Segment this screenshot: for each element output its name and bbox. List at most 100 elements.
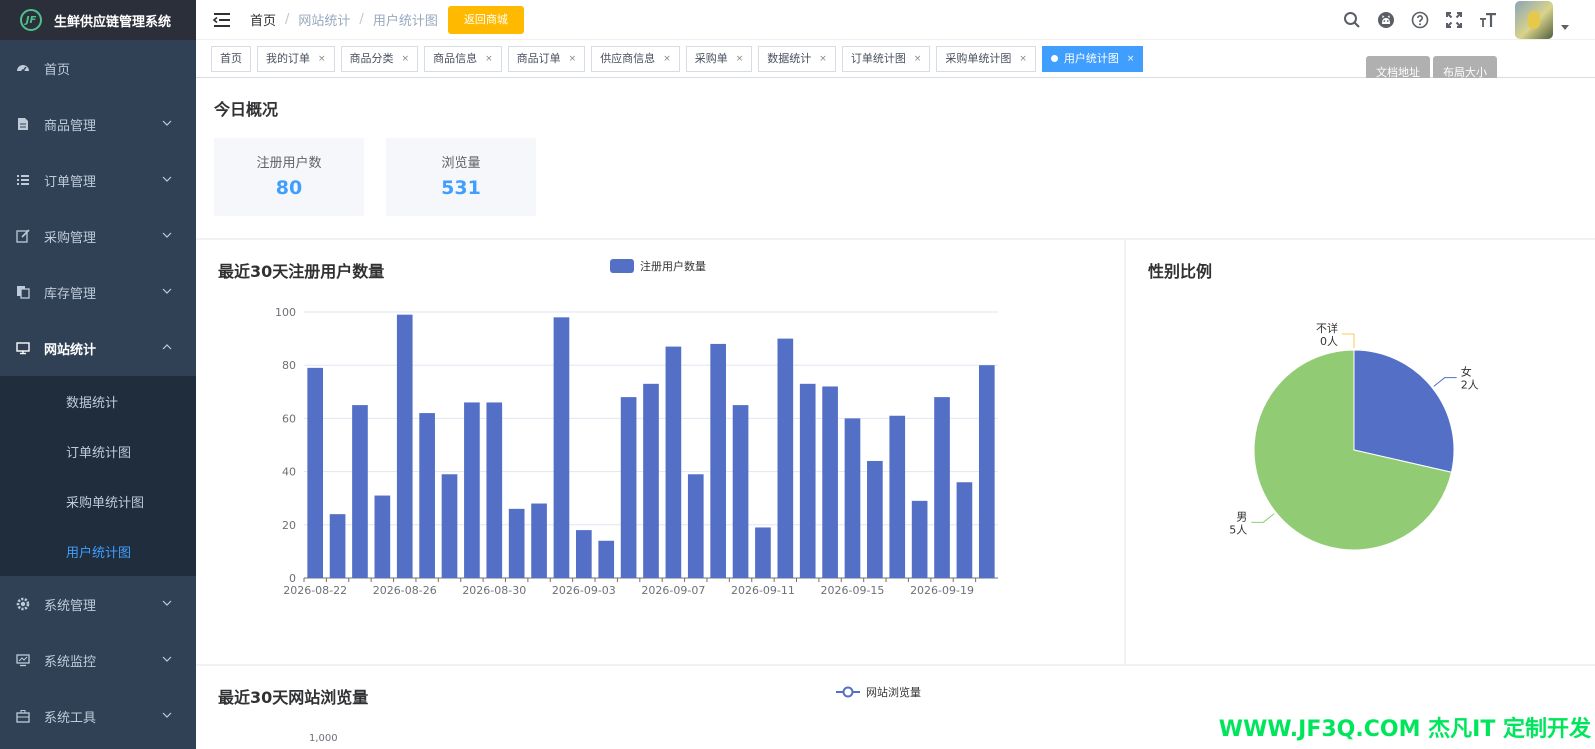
bar [956, 482, 973, 578]
legend-label: 网站浏览量 [866, 686, 921, 699]
close-icon[interactable]: × [485, 47, 493, 71]
gender-pie-chart: 女2人男5人 不详0人 [1229, 321, 1479, 551]
navbar-tools [1335, 0, 1569, 40]
tag-purchase-chart[interactable]: 采购单统计图 × [936, 45, 1036, 72]
tag-label: 首页 [220, 51, 242, 65]
sidebar-item-inventory[interactable]: 库存管理 [0, 264, 196, 320]
bar [396, 314, 413, 578]
close-icon[interactable]: × [736, 47, 744, 71]
tag-label: 采购单 [694, 51, 728, 65]
chevron-down-icon [162, 120, 172, 126]
tag-goods-category[interactable]: 商品分类 × [340, 45, 419, 72]
close-icon[interactable]: × [819, 47, 827, 71]
tag-label: 供应商信息 [600, 51, 656, 65]
breadcrumb-current: 用户统计图 [372, 14, 438, 29]
close-icon[interactable]: × [569, 47, 577, 71]
line-legend[interactable]: 网站浏览量 [836, 684, 921, 700]
user-avatar[interactable] [1515, 1, 1553, 39]
copy-icon [16, 285, 30, 299]
document-icon [16, 117, 30, 131]
tag-user-chart[interactable]: 用户统计图 × [1041, 45, 1144, 72]
tag-goods-info[interactable]: 商品信息 × [424, 45, 502, 72]
sidebar-item-label: 网站统计 [44, 342, 97, 358]
pie-label-line [1251, 513, 1275, 523]
sidebar-item-home[interactable]: 首页 [0, 40, 196, 96]
tag-goods-orders[interactable]: 商品订单 × [507, 45, 586, 72]
sidebar-item-orders[interactable]: 订单管理 [0, 152, 196, 208]
sidebar-item-tools[interactable]: 系统工具 [0, 688, 196, 744]
x-tick-label: 2026-08-30 [462, 584, 526, 597]
sidebar-subitem-order-chart[interactable]: 订单统计图 [0, 426, 196, 476]
sidebar-item-monitor[interactable]: 系统监控 [0, 632, 196, 688]
gear-icon [16, 597, 30, 611]
help-icon[interactable] [1403, 0, 1437, 40]
bar [867, 460, 883, 578]
sidebar-item-site-stats[interactable]: 网站统计 [0, 320, 196, 376]
close-icon[interactable]: × [1127, 47, 1135, 71]
app-logo[interactable]: JF 生鲜供应链管理系统 [0, 0, 196, 40]
close-icon[interactable]: × [663, 47, 671, 71]
gender-chart-panel: 性别比例 女 2人男 5人 不详 0人 [1126, 240, 1595, 664]
list-icon [16, 173, 30, 187]
tag-home[interactable]: 首页 [211, 45, 251, 72]
sidebar-item-label: 系统管理 [44, 598, 97, 614]
close-icon[interactable]: × [402, 47, 410, 71]
tag-my-orders[interactable]: 我的订单 × [257, 45, 335, 72]
bar [352, 405, 368, 578]
bar [978, 365, 995, 578]
sidebar-item-system[interactable]: 系统管理 [0, 576, 196, 632]
sidebar: JF 生鲜供应链管理系统 首页 商品管理 订单管理 采购管理 库存管理 网站统计… [0, 0, 196, 749]
back-to-store-button[interactable]: 返回商城 [447, 5, 524, 34]
breadcrumb-home[interactable]: 首页 [250, 10, 276, 29]
stat-label: 注册用户数 [256, 156, 322, 171]
y-tick-label: 80 [282, 359, 296, 372]
breadcrumb-separator: / [359, 12, 364, 27]
y-tick-label: 100 [275, 306, 296, 319]
pie-label-line [1433, 377, 1457, 387]
github-icon[interactable] [1369, 0, 1403, 40]
tag-order-chart[interactable]: 订单统计图 × [841, 45, 931, 72]
bar [553, 317, 570, 578]
search-icon[interactable] [1335, 0, 1369, 40]
breadcrumb-separator: / [285, 12, 290, 27]
sidebar-subitem-data-stats[interactable]: 数据统计 [0, 376, 196, 426]
hamburger-icon[interactable] [212, 10, 232, 30]
close-icon[interactable]: × [1019, 47, 1027, 71]
bar [576, 530, 592, 578]
edit-icon [16, 229, 30, 243]
pie-label-name: 不详 [1316, 321, 1338, 335]
tag-label: 采购单统计图 [945, 51, 1012, 65]
bar [374, 495, 391, 578]
tag-data-stats[interactable]: 数据统计 × [758, 45, 836, 72]
sidebar-item-goods[interactable]: 商品管理 [0, 96, 196, 152]
bar [687, 474, 704, 578]
y-tick-label: 60 [282, 412, 296, 425]
app-main: 今日概况 注册用户数 80 浏览量 531 最近30天注册用户数量 注册用户数量… [196, 78, 1595, 749]
font-size-icon[interactable] [1471, 0, 1505, 40]
caret-down-icon[interactable] [1561, 24, 1569, 30]
bar [777, 338, 794, 578]
sidebar-item-purchase[interactable]: 采购管理 [0, 208, 196, 264]
chevron-down-icon [162, 656, 172, 662]
x-tick-label: 2026-09-11 [731, 584, 795, 597]
sidebar-item-label: 订单管理 [44, 174, 97, 190]
tag-purchase-order[interactable]: 采购单 × [685, 45, 753, 72]
x-tick-label: 2026-08-26 [373, 584, 437, 597]
sidebar-subitem-purchase-chart[interactable]: 采购单统计图 [0, 476, 196, 526]
bar [307, 367, 324, 578]
bar [464, 402, 480, 578]
app-title: 生鲜供应链管理系统 [54, 14, 172, 30]
bar [911, 500, 928, 578]
sidebar-subitem-user-chart[interactable]: 用户统计图 [0, 526, 196, 576]
bar [732, 405, 749, 578]
tag-supplier-info[interactable]: 供应商信息 × [591, 45, 680, 72]
bar [710, 343, 726, 578]
breadcrumb-site-stats: 网站统计 [298, 14, 351, 29]
pie-label-name: 男 [1236, 510, 1247, 523]
close-icon[interactable]: × [914, 47, 922, 71]
sidebar-item-label: 库存管理 [44, 286, 97, 302]
chevron-down-icon [162, 288, 172, 294]
close-icon[interactable]: × [318, 47, 326, 71]
fullscreen-icon[interactable] [1437, 0, 1471, 40]
navbar: 首页 / 网站统计 / 用户统计图 返回商城 文档地址 布局大小 [196, 0, 1595, 90]
